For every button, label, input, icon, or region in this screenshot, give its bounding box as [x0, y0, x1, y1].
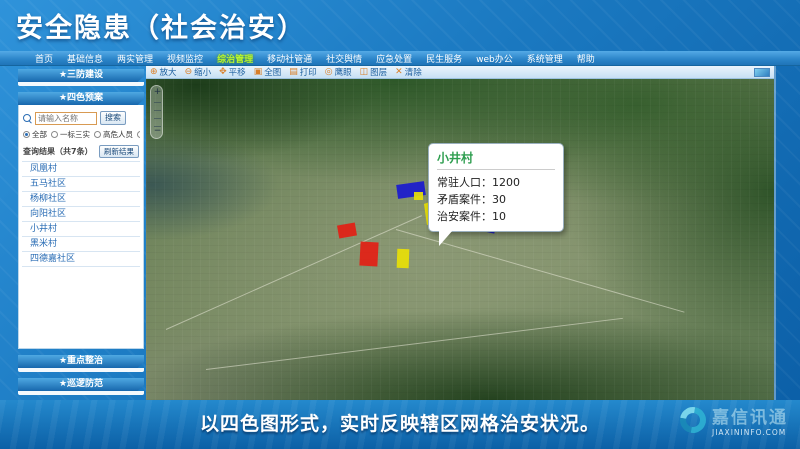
logo-name: 嘉信讯通 [712, 403, 788, 428]
zoom-out-icon: ⊖ [185, 68, 193, 77]
overview-tool[interactable]: ◎鹰眼 [325, 66, 352, 78]
map-texture [146, 79, 774, 400]
popup-title: 小井村 [437, 149, 555, 170]
page-title: 安全隐患（社会治安） [16, 6, 306, 45]
panel-header-label: ★重点整治 [59, 356, 103, 366]
main-menubar: 首页 基础信息 两实管理 视频监控 综治管理 移动社管通 社交舆情 应急处置 民… [0, 51, 800, 66]
full-extent-icon: ▣ [254, 68, 263, 77]
pan-tool[interactable]: ✥平移 [219, 66, 246, 78]
menu-item-opinion[interactable]: 社交舆情 [319, 52, 369, 65]
app-window: 安全隐患（社会治安） 首页 基础信息 两实管理 视频监控 综治管理 移动社管通 … [0, 0, 800, 449]
popup-row-disputes: 矛盾案件：30 [437, 191, 555, 208]
zoom-tick [154, 118, 161, 119]
left-sidebar: ★三防建设 ★四色预案 搜索 全部 一标三实 高危人员 社区矫正 [18, 69, 144, 395]
logo-domain: JIAXININFO.COM [712, 428, 788, 437]
panel-strip [18, 391, 144, 395]
menu-item-mobile[interactable]: 移动社管通 [260, 52, 319, 65]
search-button[interactable]: 搜索 [100, 111, 126, 125]
panel-header-rectification[interactable]: ★重点整治 [18, 355, 144, 368]
logo-ring-icon [675, 402, 711, 438]
map-canvas[interactable]: + − 小井村 常驻人口：1200 矛盾案件：30 治安案件：10 [146, 79, 774, 400]
basemap-switch-icon[interactable] [754, 68, 770, 77]
map-zoom-slider[interactable]: + − [150, 85, 163, 139]
clear-tool[interactable]: ✕清除 [395, 66, 422, 78]
zoom-in-tool[interactable]: ⊕放大 [150, 66, 177, 78]
menu-item-web-office[interactable]: web办公 [469, 52, 520, 65]
zoom-in-icon: ⊕ [150, 68, 158, 77]
refresh-results-button[interactable]: 刷新结果 [99, 145, 139, 158]
radio-label: 高危人员 [103, 129, 133, 140]
radio-correction[interactable] [137, 131, 140, 138]
layers-icon: ◫ [360, 68, 369, 77]
zoom-tick [154, 102, 161, 103]
menu-item-emergency[interactable]: 应急处置 [369, 52, 419, 65]
list-item[interactable]: 向阳社区 [22, 207, 140, 222]
list-item[interactable]: 黑米村 [22, 237, 140, 252]
full-extent-tool[interactable]: ▣全图 [254, 66, 282, 78]
zoom-tick [154, 110, 161, 111]
menu-item-help[interactable]: 帮助 [570, 52, 602, 65]
bottom-caption-band: 以四色图形式，实时反映辖区网格治安状况。 嘉信讯通 JIAXININFO.COM [0, 400, 800, 449]
map-toolbar: ⊕放大 ⊖缩小 ✥平移 ▣全图 ▤打印 ◎鹰眼 ◫图层 ✕清除 [146, 66, 774, 79]
radio-all[interactable] [23, 131, 30, 138]
result-count-label: 查询结果（共7条） [23, 146, 93, 157]
popup-row-security-cases: 治安案件：10 [437, 208, 555, 225]
result-row: 查询结果（共7条） 刷新结果 [23, 145, 139, 158]
menu-item-basic-info[interactable]: 基础信息 [60, 52, 110, 65]
panel-header-sanfang[interactable]: ★三防建设 [18, 69, 144, 82]
clear-icon: ✕ [395, 68, 403, 77]
panel-header-label: ★四色预案 [59, 93, 103, 103]
radio-label: 一标三实 [60, 129, 90, 140]
zoom-plus-icon[interactable]: + [151, 88, 164, 97]
search-panel: 搜索 全部 一标三实 高危人员 社区矫正 查询结果（共7条） 刷新结果 凤凰村 … [18, 105, 144, 349]
radio-one-standard[interactable] [51, 131, 58, 138]
menu-item-video[interactable]: 视频监控 [160, 52, 210, 65]
filter-radio-group: 全部 一标三实 高危人员 社区矫正 [23, 129, 140, 140]
menu-item-governance[interactable]: 综治管理 [210, 52, 260, 65]
panel-header-patrol[interactable]: ★巡逻防范 [18, 378, 144, 391]
panel-header-four-color[interactable]: ★四色预案 [18, 92, 144, 105]
popup-row-population: 常驻人口：1200 [437, 174, 555, 191]
print-tool[interactable]: ▤打印 [289, 66, 317, 78]
vendor-logo: 嘉信讯通 JIAXININFO.COM [680, 403, 788, 437]
menu-item-livelihood[interactable]: 民生服务 [419, 52, 469, 65]
map-container: ⊕放大 ⊖缩小 ✥平移 ▣全图 ▤打印 ◎鹰眼 ◫图层 ✕清除 + − [146, 66, 776, 400]
search-row: 搜索 [23, 111, 139, 125]
list-item[interactable]: 凤凰村 [22, 162, 140, 177]
list-item[interactable]: 杨柳社区 [22, 192, 140, 207]
zoom-out-tool[interactable]: ⊖缩小 [185, 66, 212, 78]
menu-item-home[interactable]: 首页 [28, 52, 60, 65]
layers-tool[interactable]: ◫图层 [360, 66, 388, 78]
print-icon: ▤ [289, 68, 298, 77]
menu-item-two-real[interactable]: 两实管理 [110, 52, 160, 65]
list-item[interactable]: 五马社区 [22, 177, 140, 192]
zoom-minus-icon[interactable]: − [151, 127, 164, 136]
grid-polygon-yellow-small[interactable] [414, 192, 423, 200]
village-list: 凤凰村 五马社区 杨柳社区 向阳社区 小井村 黑米村 四德嘉社区 [22, 161, 140, 267]
search-input[interactable] [35, 112, 97, 125]
map-info-popup: 小井村 常驻人口：1200 矛盾案件：30 治安案件：10 [428, 143, 564, 232]
grid-polygon-yellow-2[interactable] [397, 249, 410, 268]
list-item[interactable]: 四德嘉社区 [22, 252, 140, 267]
radio-label: 全部 [32, 129, 47, 140]
list-item[interactable]: 小井村 [22, 222, 140, 237]
radio-high-risk[interactable] [94, 131, 101, 138]
search-icon [23, 114, 32, 123]
grid-polygon-red-2[interactable] [359, 242, 378, 267]
overview-icon: ◎ [325, 68, 333, 77]
menu-item-system[interactable]: 系统管理 [520, 52, 570, 65]
pan-icon: ✥ [219, 68, 227, 77]
